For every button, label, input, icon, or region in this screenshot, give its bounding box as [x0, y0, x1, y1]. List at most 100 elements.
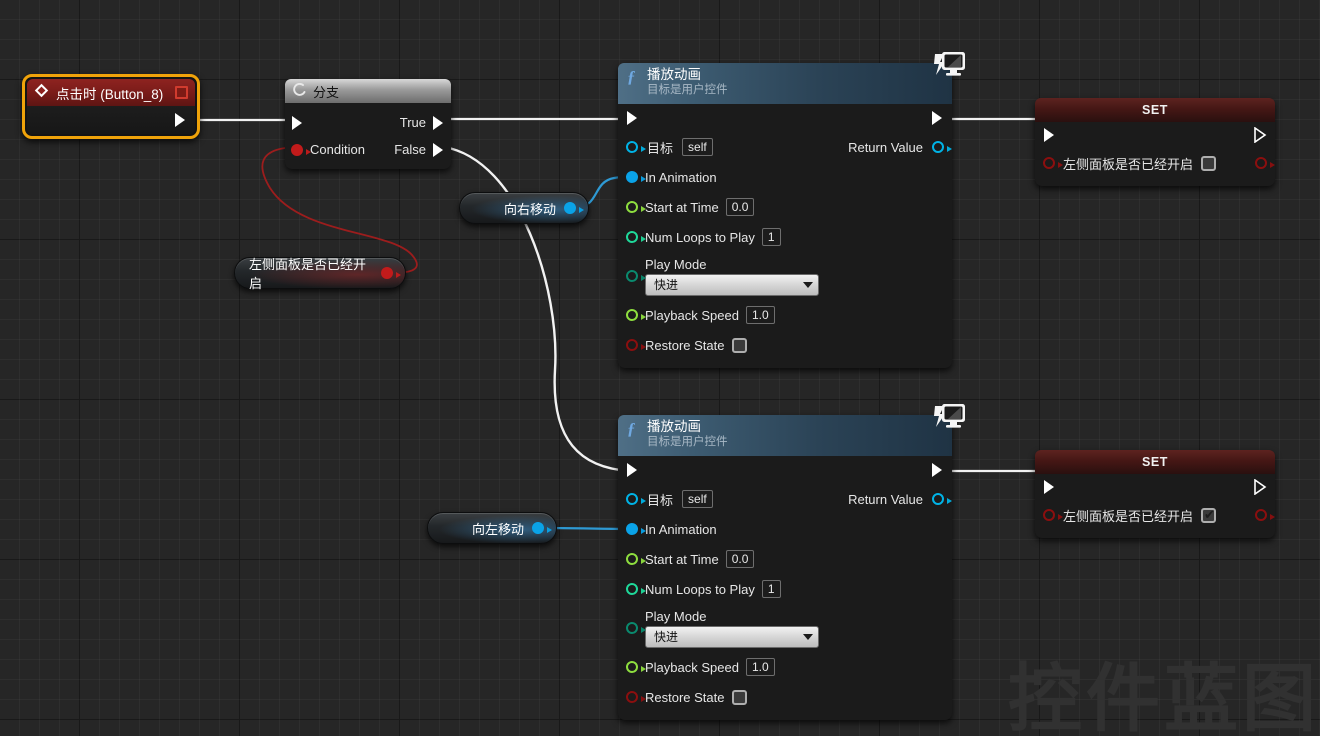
event-breakpoint-square[interactable]	[175, 86, 188, 99]
branch-exec-row: True	[285, 109, 451, 136]
variable-node-move-right[interactable]: 向右移动	[459, 192, 589, 224]
move-right-out-pin[interactable]	[564, 202, 584, 214]
play-animation-top-body: 目标 self Return Value In Animation Start …	[618, 104, 952, 368]
in-animation-label: In Animation	[645, 521, 717, 537]
exec-in-pin[interactable]	[626, 110, 639, 126]
branch-exec-in-pin[interactable]	[291, 115, 304, 131]
move-left-label: 向左移动	[471, 521, 524, 537]
exec-out-pin[interactable]	[931, 110, 944, 126]
variable-node-panel-open[interactable]: 左侧面板是否已经开启	[234, 257, 406, 291]
play-animation-node-top[interactable]: ƒ 播放动画 目标是用户控件 目标 self Return Value In A…	[618, 63, 952, 368]
target-label: 目标	[647, 492, 674, 508]
exec-out-pin[interactable]	[931, 462, 944, 478]
play-animation-top-subtitle: 目标是用户控件	[647, 84, 728, 96]
target-pin[interactable]	[626, 493, 646, 505]
start-at-time-pin[interactable]	[626, 553, 646, 565]
exec-out-pin[interactable]	[1254, 479, 1267, 495]
playback-speed-label: Playback Speed	[645, 307, 739, 323]
start-at-time-input[interactable]: 0.0	[725, 550, 755, 568]
start-at-time-label: Start at Time	[645, 551, 719, 567]
exec-in-pin[interactable]	[626, 462, 639, 478]
branch-false-pin[interactable]	[432, 142, 445, 158]
playback-speed-label: Playback Speed	[645, 659, 739, 675]
variable-node-move-left[interactable]: 向左移动	[427, 512, 557, 544]
restore-state-checkbox[interactable]	[731, 337, 747, 353]
target-label: 目标	[647, 140, 674, 156]
play-mode-pin[interactable]	[626, 622, 646, 634]
set-top-exec-row	[1035, 122, 1275, 148]
set-top-title: SET	[1035, 98, 1275, 122]
exec-out-pin[interactable]	[1254, 127, 1267, 143]
set-bottom-title: SET	[1035, 450, 1275, 474]
move-right-label: 向右移动	[503, 201, 556, 217]
branch-condition-label: Condition	[310, 142, 365, 157]
play-anim-bottom-inanimation-row: In Animation	[618, 514, 952, 544]
restore-state-pin[interactable]	[626, 691, 646, 703]
start-at-time-input[interactable]: 0.0	[725, 198, 755, 216]
set-node-bottom[interactable]: SET 左侧面板是否已经开启	[1035, 450, 1275, 538]
branch-true-pin[interactable]	[432, 115, 445, 131]
event-node-title: 点击时 (Button_8)	[56, 86, 164, 102]
playback-speed-pin[interactable]	[626, 661, 646, 673]
play-anim-bottom-restorestate-row: Restore State	[618, 682, 952, 712]
num-loops-pin[interactable]	[626, 583, 646, 595]
play-mode-dropdown[interactable]: 快进	[645, 273, 819, 296]
playback-speed-pin[interactable]	[626, 309, 646, 321]
restore-state-label: Restore State	[645, 337, 725, 353]
set-top-variable-label: 左侧面板是否已经开启	[1063, 156, 1194, 172]
play-animation-node-bottom[interactable]: ƒ 播放动画 目标是用户控件 目标 self Return Value In A…	[618, 415, 952, 720]
set-node-top[interactable]: SET 左侧面板是否已经开启	[1035, 98, 1275, 186]
num-loops-pin[interactable]	[626, 231, 646, 243]
branch-condition-row: Condition False	[285, 136, 451, 163]
target-value[interactable]: self	[682, 490, 713, 508]
move-left-out-pin[interactable]	[532, 522, 552, 534]
play-mode-dropdown[interactable]: 快进	[645, 625, 819, 648]
branch-true-label: True	[399, 115, 426, 130]
set-top-body: 左侧面板是否已经开启	[1035, 122, 1275, 186]
playback-speed-input[interactable]: 1.0	[745, 306, 775, 324]
play-anim-top-exec-row	[618, 104, 952, 132]
set-top-value-checkbox[interactable]	[1201, 155, 1217, 171]
play-mode-pin[interactable]	[626, 270, 646, 282]
branch-condition-pin[interactable]	[291, 143, 311, 156]
return-value-pin[interactable]	[932, 493, 952, 505]
restore-state-pin[interactable]	[626, 339, 646, 351]
restore-state-label: Restore State	[645, 689, 725, 705]
num-loops-label: Num Loops to Play	[645, 581, 755, 597]
play-anim-bottom-exec-row	[618, 456, 952, 484]
play-animation-bottom-title-bar: ƒ 播放动画 目标是用户控件	[618, 415, 952, 456]
branch-pin-rows: True Condition False	[285, 103, 451, 169]
play-mode-label: Play Mode	[645, 256, 707, 272]
chevron-down-icon	[803, 633, 813, 640]
num-loops-input[interactable]: 1	[761, 580, 781, 598]
in-animation-pin[interactable]	[626, 171, 646, 183]
set-bottom-variable-label: 左侧面板是否已经开启	[1063, 508, 1194, 524]
target-value[interactable]: self	[682, 138, 713, 156]
set-variable-out-pin[interactable]	[1255, 509, 1275, 521]
num-loops-input[interactable]: 1	[761, 228, 781, 246]
in-animation-label: In Animation	[645, 169, 717, 185]
set-variable-out-pin[interactable]	[1255, 157, 1275, 169]
monitor-lightning-icon	[932, 50, 966, 85]
play-anim-bottom-numloops-row: Num Loops to Play 1	[618, 574, 952, 604]
branch-node[interactable]: 分支 True Condition False	[285, 79, 451, 169]
target-pin[interactable]	[626, 141, 646, 153]
play-mode-value: 快进	[654, 278, 679, 292]
set-variable-in-pin[interactable]	[1043, 157, 1063, 169]
start-at-time-pin[interactable]	[626, 201, 646, 213]
return-value-pin[interactable]	[932, 141, 952, 153]
exec-in-pin[interactable]	[1043, 127, 1056, 143]
in-animation-pin[interactable]	[626, 523, 646, 535]
set-bottom-value-checkbox[interactable]	[1201, 507, 1217, 523]
event-onclicked-node[interactable]: 点击时 (Button_8)	[22, 74, 200, 139]
play-animation-bottom-title: 播放动画	[647, 419, 701, 434]
play-anim-top-restorestate-row: Restore State	[618, 330, 952, 360]
exec-out-pin[interactable]	[174, 112, 187, 128]
play-anim-bottom-startattime-row: Start at Time 0.0	[618, 544, 952, 574]
panel-open-out-pin[interactable]	[381, 267, 401, 279]
playback-speed-input[interactable]: 1.0	[745, 658, 775, 676]
restore-state-checkbox[interactable]	[731, 689, 747, 705]
exec-in-pin[interactable]	[1043, 479, 1056, 495]
set-bottom-exec-row	[1035, 474, 1275, 500]
set-variable-in-pin[interactable]	[1043, 509, 1063, 521]
